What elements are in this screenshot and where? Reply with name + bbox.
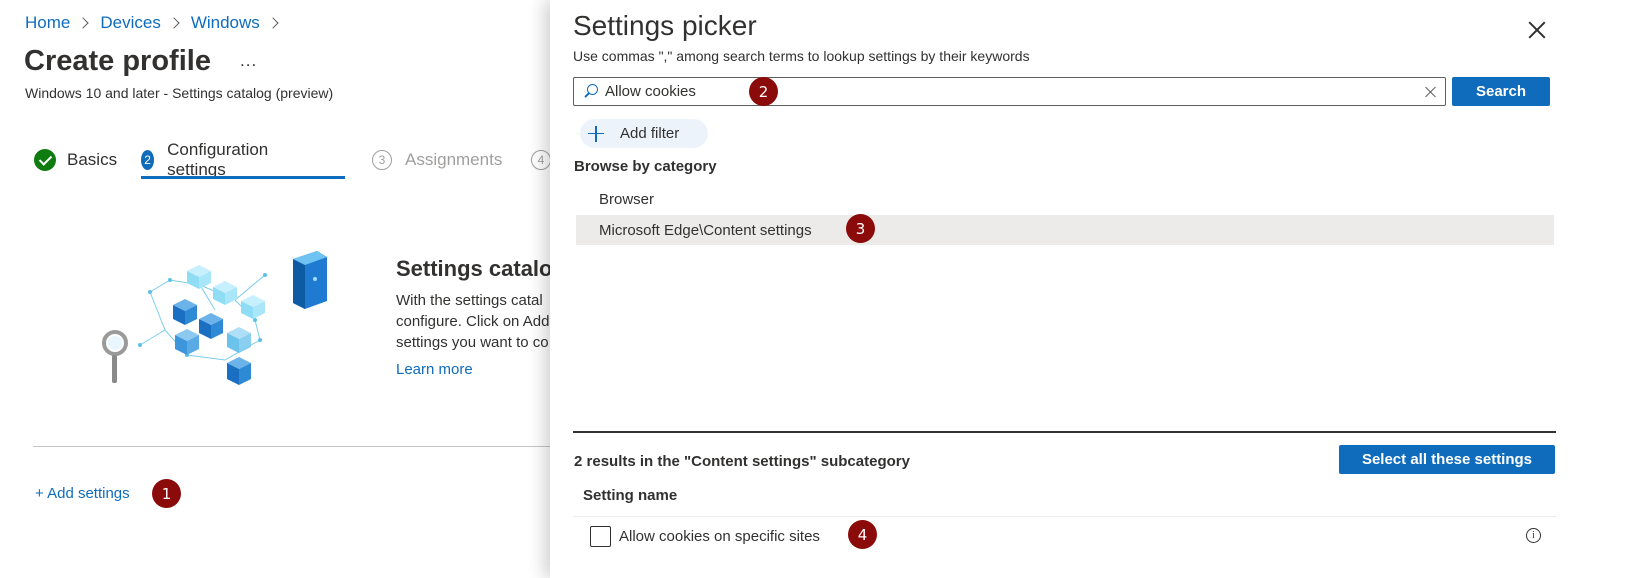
close-icon[interactable] (1525, 18, 1549, 42)
page-subtitle: Windows 10 and later - Settings catalog … (25, 85, 334, 101)
settings-picker-panel: Settings picker Use commas "," among sea… (550, 0, 1627, 578)
settings-catalog-title: Settings catalog (396, 256, 566, 281)
step-badge-2: 2 (749, 77, 778, 106)
step-configuration-settings[interactable]: 2 Configuration settings (141, 140, 275, 179)
search-icon (583, 83, 599, 100)
chevron-right-icon (77, 17, 90, 29)
clear-icon[interactable] (1425, 86, 1437, 98)
breadcrumb-windows[interactable]: Windows (191, 13, 260, 33)
breadcrumb-home[interactable]: Home (25, 13, 70, 33)
divider (33, 446, 573, 447)
breadcrumb: Home Devices Windows (25, 13, 290, 33)
setting-name: Allow cookies on specific sites (619, 527, 820, 545)
search-field[interactable] (573, 77, 1446, 106)
step-number: 3 (372, 150, 392, 170)
chevron-right-icon (168, 17, 180, 29)
step-number: 2 (141, 150, 155, 170)
add-filter-label: Add filter (620, 125, 680, 142)
add-settings-link[interactable]: + Add settings (35, 485, 130, 502)
panel-subtitle: Use commas "," among search terms to loo… (573, 48, 1030, 64)
step-label: Assignments (405, 150, 503, 169)
column-header-setting-name: Setting name (583, 487, 678, 504)
step-label: Basics (67, 150, 118, 169)
step-badge-1: 1 (152, 479, 181, 508)
info-icon[interactable]: i (1526, 528, 1541, 543)
more-options-button[interactable]: ... (240, 51, 257, 71)
learn-more-link[interactable]: Learn more (396, 361, 473, 378)
checkmark-icon (34, 149, 56, 171)
step-label: Configuration settings (167, 140, 269, 179)
category-item[interactable]: Browser (576, 184, 1554, 214)
step-assignments[interactable]: 3 Assignments (372, 146, 502, 174)
chevron-right-icon (267, 17, 279, 29)
step-badge-3: 3 (846, 214, 875, 243)
step-basics[interactable]: Basics (34, 146, 117, 174)
category-item-selected[interactable]: Microsoft Edge\Content settings (576, 215, 1554, 245)
page-title: Create profile (24, 45, 211, 77)
search-input[interactable] (605, 83, 1385, 100)
divider (573, 431, 1556, 433)
settings-catalog-illustration (102, 251, 327, 385)
create-profile-page: Home Devices Windows Create profile ... … (0, 0, 573, 578)
breadcrumb-devices[interactable]: Devices (100, 13, 160, 33)
browse-by-category-label: Browse by category (574, 158, 717, 175)
select-all-settings-button[interactable]: Select all these settings (1339, 445, 1555, 474)
divider (573, 516, 1556, 517)
panel-title: Settings picker (573, 10, 757, 41)
results-summary: 2 results in the "Content settings" subc… (574, 453, 910, 470)
setting-checkbox[interactable] (590, 525, 611, 547)
add-filter-button[interactable]: Add filter (580, 119, 708, 148)
plus-icon (588, 125, 604, 142)
active-step-indicator (141, 176, 345, 179)
search-button[interactable]: Search (1452, 77, 1550, 106)
step-badge-4: 4 (848, 520, 877, 549)
table-row: Allow cookies on specific sites i (573, 518, 1556, 554)
step-number: 4 (531, 150, 551, 170)
